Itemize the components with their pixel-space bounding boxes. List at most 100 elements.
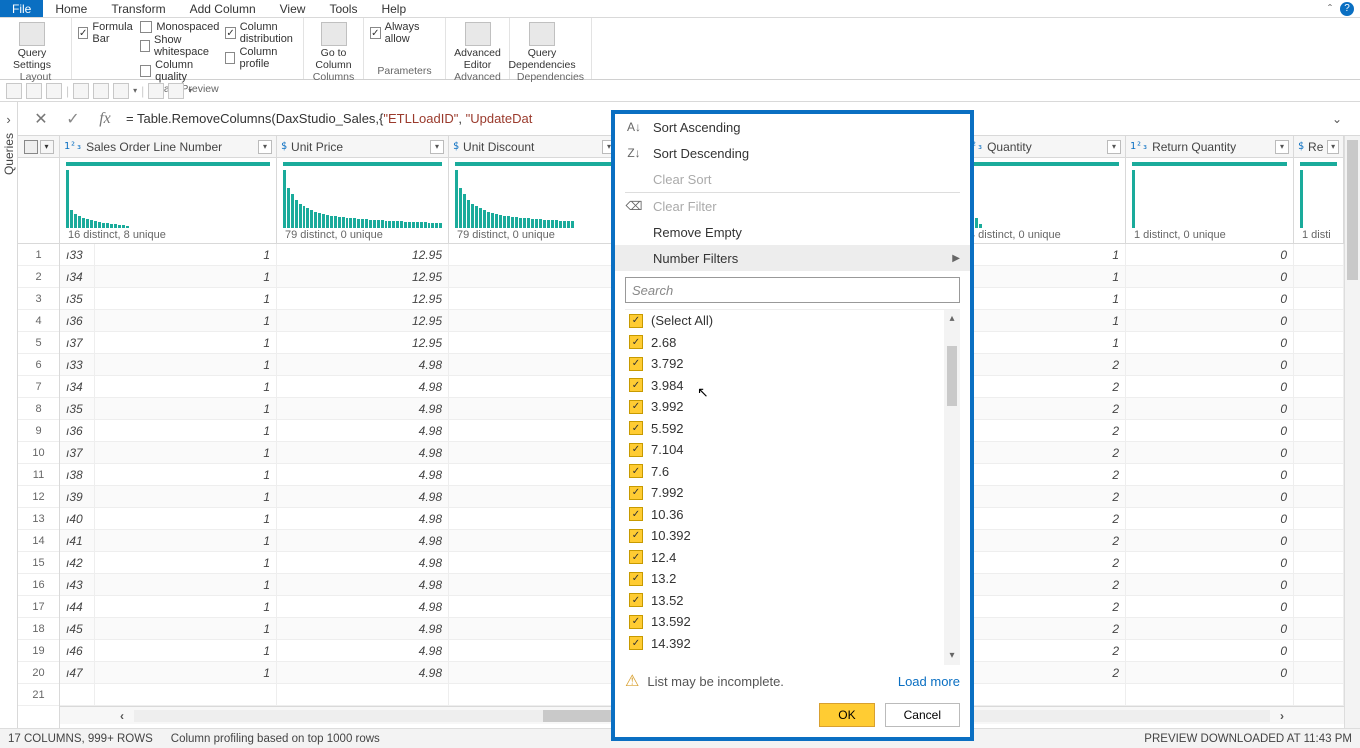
qat-btn[interactable] — [46, 83, 62, 99]
row-number[interactable]: 8 — [18, 398, 59, 420]
checkbox-icon[interactable] — [629, 357, 643, 371]
data-type-icon[interactable]: $ — [453, 141, 459, 152]
row-number[interactable]: 11 — [18, 464, 59, 486]
checkbox-icon[interactable] — [629, 400, 643, 414]
scroll-left-icon[interactable]: ‹ — [120, 709, 124, 723]
filter-value-item[interactable]: 3.792 — [625, 353, 944, 375]
table-icon[interactable] — [24, 140, 38, 154]
column-header[interactable]: 1²₃Return Quantity▾ — [1126, 136, 1294, 157]
row-number[interactable]: 21 — [18, 684, 59, 706]
filter-value-item[interactable]: 10.36 — [625, 504, 944, 526]
row-number[interactable]: 20 — [18, 662, 59, 684]
filter-value-item[interactable]: 7.992 — [625, 482, 944, 504]
filter-value-item[interactable]: 10.392 — [625, 525, 944, 547]
cancel-button[interactable]: Cancel — [885, 703, 960, 727]
row-number[interactable]: 18 — [18, 618, 59, 640]
checkbox-icon[interactable] — [629, 314, 643, 328]
column-header[interactable]: $Unit Discount▾ — [449, 136, 621, 157]
sort-descending[interactable]: Z↓Sort Descending — [615, 140, 970, 166]
column-filter-dropdown[interactable]: ▾ — [430, 140, 444, 154]
data-type-icon[interactable]: $ — [281, 141, 287, 152]
column-filter-dropdown[interactable]: ▾ — [1327, 140, 1339, 154]
qat-btn[interactable] — [6, 83, 22, 99]
ribbon-collapse-icon[interactable]: ˆ — [1328, 2, 1332, 16]
row-number[interactable]: 6 — [18, 354, 59, 376]
table-menu-dropdown[interactable]: ▾ — [40, 140, 54, 154]
checkbox-icon[interactable] — [629, 550, 643, 564]
column-profile-checkbox[interactable] — [225, 52, 235, 64]
column-header[interactable]: $Re▾ — [1294, 136, 1344, 157]
scroll-down-icon[interactable]: ▾ — [944, 647, 960, 665]
checkbox-icon[interactable] — [629, 593, 643, 607]
qat-btn[interactable] — [113, 83, 129, 99]
qat-btn[interactable] — [73, 83, 89, 99]
qat-btn[interactable] — [148, 83, 164, 99]
row-number[interactable]: 12 — [18, 486, 59, 508]
filter-list-scrollbar[interactable]: ▴ ▾ — [944, 310, 960, 665]
checkbox-icon[interactable] — [629, 378, 643, 392]
status-profiling[interactable]: Column profiling based on top 1000 rows — [171, 733, 380, 745]
qat-btn[interactable] — [93, 83, 109, 99]
formula-bar-checkbox[interactable] — [78, 27, 88, 39]
filter-value-item[interactable]: 13.52 — [625, 590, 944, 612]
filter-value-item[interactable]: 12.4 — [625, 547, 944, 569]
filter-value-item[interactable]: 13.592 — [625, 611, 944, 633]
commit-formula-icon[interactable]: ✓ — [62, 108, 84, 130]
column-filter-dropdown[interactable]: ▾ — [1107, 140, 1121, 154]
filter-value-item[interactable]: 13.2 — [625, 568, 944, 590]
checkbox-icon[interactable] — [629, 421, 643, 435]
row-number[interactable]: 9 — [18, 420, 59, 442]
row-number[interactable]: 10 — [18, 442, 59, 464]
data-type-icon[interactable]: $ — [1298, 141, 1304, 152]
data-type-icon[interactable]: 1²₃ — [64, 141, 82, 152]
column-header[interactable]: 1²₃Quantity▾ — [961, 136, 1126, 157]
filter-value-item[interactable]: 3.992 — [625, 396, 944, 418]
row-number[interactable]: 4 — [18, 310, 59, 332]
checkbox-icon[interactable] — [629, 615, 643, 629]
filter-value-item[interactable]: 14.392 — [625, 633, 944, 655]
row-number[interactable]: 7 — [18, 376, 59, 398]
qat-btn[interactable] — [26, 83, 42, 99]
monospaced-checkbox[interactable] — [140, 21, 152, 33]
scroll-up-icon[interactable]: ▴ — [944, 310, 960, 328]
menu-view[interactable]: View — [268, 0, 318, 17]
help-icon[interactable]: ? — [1340, 2, 1354, 16]
row-number[interactable]: 19 — [18, 640, 59, 662]
fx-icon[interactable]: fx — [94, 108, 116, 130]
checkbox-icon[interactable] — [629, 486, 643, 500]
queries-pane-collapsed[interactable]: › Queries — [0, 102, 18, 728]
checkbox-icon[interactable] — [629, 335, 643, 349]
column-filter-dropdown[interactable]: ▾ — [258, 140, 272, 154]
row-number[interactable]: 5 — [18, 332, 59, 354]
ok-button[interactable]: OK — [819, 703, 874, 727]
column-distribution-checkbox[interactable] — [225, 27, 235, 39]
filter-value-select-all[interactable]: (Select All) — [625, 310, 944, 332]
row-number[interactable]: 16 — [18, 574, 59, 596]
row-number[interactable]: 17 — [18, 596, 59, 618]
filter-value-item[interactable]: 7.6 — [625, 461, 944, 483]
column-filter-dropdown[interactable]: ▾ — [1275, 140, 1289, 154]
row-number[interactable]: 13 — [18, 508, 59, 530]
goto-column-button[interactable]: Go to Column — [310, 20, 357, 71]
data-type-icon[interactable]: 1²₃ — [1130, 141, 1148, 152]
menu-home[interactable]: Home — [43, 0, 99, 17]
row-number[interactable]: 1 — [18, 244, 59, 266]
checkbox-icon[interactable] — [629, 443, 643, 457]
formula-expand-icon[interactable]: ⌄ — [1326, 112, 1348, 126]
menu-file[interactable]: File — [0, 0, 43, 17]
row-number[interactable]: 3 — [18, 288, 59, 310]
always-allow-checkbox[interactable] — [370, 27, 381, 39]
checkbox-icon[interactable] — [629, 464, 643, 478]
filter-value-item[interactable]: 3.984 — [625, 375, 944, 397]
load-more-link[interactable]: Load more — [898, 674, 960, 689]
whitespace-checkbox[interactable] — [140, 40, 150, 52]
checkbox-icon[interactable] — [629, 529, 643, 543]
filter-value-item[interactable]: 2.68 — [625, 332, 944, 354]
row-number[interactable]: 15 — [18, 552, 59, 574]
advanced-editor-button[interactable]: Advanced Editor — [452, 20, 503, 71]
checkbox-icon[interactable] — [629, 572, 643, 586]
filter-value-item[interactable]: 7.104 — [625, 439, 944, 461]
menu-transform[interactable]: Transform — [99, 0, 177, 17]
query-dependencies-button[interactable]: Query Dependencies — [516, 20, 568, 71]
menu-add-column[interactable]: Add Column — [178, 0, 268, 17]
